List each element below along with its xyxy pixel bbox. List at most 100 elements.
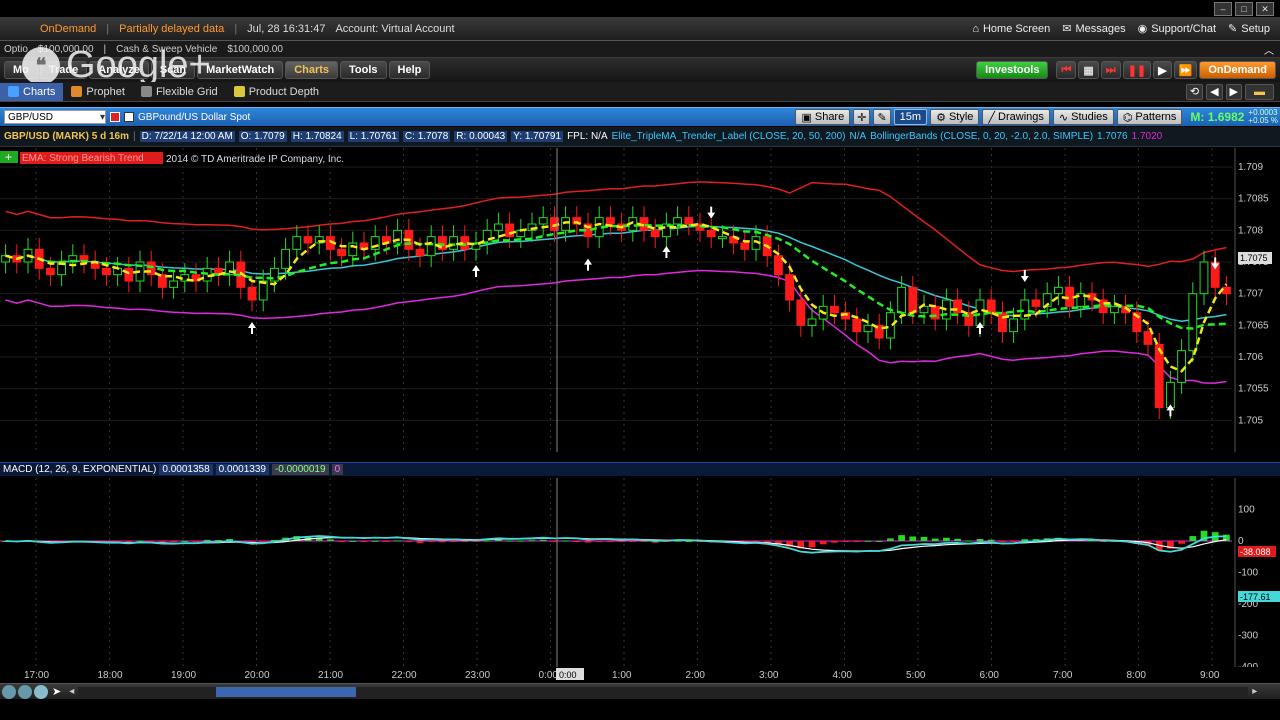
price-tick-label: 1.7055 [1238,384,1269,395]
bull-candle [1109,305,1119,314]
skip-back-icon[interactable]: ⏮ [1056,61,1077,79]
ondemand-label[interactable]: OnDemand [40,23,96,35]
zoom-out-icon[interactable] [2,684,16,699]
separator: | [234,22,238,35]
price-chart[interactable]: 1.709 1.7085 1.708 1.7075 1.707 1.7065 1.706 1.… [0,148,1280,460]
ondemand-button[interactable]: OnDemand [1199,61,1276,79]
macd-bar-negative [842,541,849,542]
time-tick-label: 18:00 [98,670,123,681]
bear-candle [684,217,694,225]
bear-candle [785,274,795,301]
home-screen-button[interactable]: ⌂ Home Screen [972,23,1050,35]
subtab-charts[interactable]: Charts [0,82,64,101]
maximize-button[interactable]: □ [1235,2,1253,16]
plus-icon[interactable]: + [5,150,12,164]
cursor-y: Y: 1.70791 [511,131,564,142]
study-bollinger-value: 1.7076 [1097,131,1128,142]
close-window-button[interactable]: ✕ [1256,2,1274,16]
magnify-icon[interactable] [34,684,48,699]
bull-candle [281,248,291,269]
subtab-charts-label: Charts [23,85,56,98]
investools-label: Investools [985,64,1040,76]
macd-chart[interactable]: 1000-100-200-300-400 -38.088 -177.61 [0,478,1280,667]
dropdown-arrow-icon[interactable]: ▾ [100,112,105,123]
scroll-left-icon[interactable]: ◂ [69,686,74,697]
drawings-button[interactable]: ╱ Drawings [982,109,1050,125]
tab-help[interactable]: Help [388,61,431,79]
macd-bar-positive [327,539,334,541]
fast-forward-icon[interactable]: ⏩ [1173,61,1198,79]
scroll-thumb[interactable] [216,686,357,697]
macd-bar-positive [562,540,569,542]
investools-button[interactable]: Investools [976,61,1049,79]
macd-value-badge-text: -38.088 [1240,547,1271,557]
interval-selector[interactable]: 15m [893,109,928,125]
messages-button[interactable]: ✉ Messages [1062,22,1125,36]
bull-candle [975,299,985,326]
price-tick-label: 1.705 [1238,415,1263,426]
support-chat-button[interactable]: ◉ Support/Chat [1138,22,1217,36]
crosshair-tool-button[interactable]: ✛ [853,109,871,125]
macd-bar-positive [215,540,222,541]
bull-candle [538,217,548,225]
symbol-input[interactable]: GBP/USD ▾ [4,110,106,124]
bear-candle [997,312,1007,333]
tab-tools[interactable]: Tools [340,61,387,79]
patterns-button[interactable]: ⌬ Patterns [1116,109,1183,125]
back-arrow-icon[interactable]: ⟲ [1185,83,1204,100]
bear-candle [953,299,963,314]
cursor-high: H: 1.70824 [290,131,344,142]
pause-icon[interactable]: ❚❚ [1122,61,1152,79]
macd-bar-negative [450,541,457,542]
scroll-right-icon[interactable]: ▸ [1252,686,1257,697]
tab-charts[interactable]: Charts [285,61,339,79]
fpl-value: FPL: N/A [567,131,608,142]
cursor-low: L: 1.70761 [347,131,399,142]
nav-left-icon[interactable]: ◀ [1206,83,1223,100]
calendar-icon[interactable]: ▦ [1078,61,1099,79]
timestamp: Jul, 28 16:31:47 [247,22,326,35]
macd-line-badge-text: -177.61 [1240,592,1271,602]
collapse-chevron-icon[interactable]: ︿ [1264,42,1274,57]
bull-candle [169,280,179,288]
account-label[interactable]: Account: Virtual Account [335,23,454,35]
checkbox-icon[interactable] [124,112,134,122]
zoom-in-icon[interactable] [18,684,32,699]
setup-button[interactable]: ✎ Setup [1228,22,1270,36]
cursor-date: D: 7/22/14 12:00 AM [139,131,235,142]
macd-bar-positive [909,536,917,541]
share-button[interactable]: ▣ Share [795,109,851,125]
study-triple-ma-value: N/A [849,131,867,142]
style-label: Style [948,111,974,123]
macd-title[interactable]: MACD (12, 26, 9, EXPONENTIAL) [3,464,156,475]
macd-tick-label: 0 [1238,536,1244,547]
google-plus-watermark: ❝ Google+ [22,44,211,87]
play-icon[interactable]: ▶ [1153,61,1172,79]
macd-bar-negative [439,541,446,543]
pointer-icon[interactable]: ➤ [52,685,61,698]
style-button[interactable]: ⚙ Style [930,109,980,125]
macd-bar-positive [539,539,547,541]
macd-bar-negative [405,541,413,542]
bottom-scroll-bar: ➤ ◂ ▸ [0,683,1280,699]
link-icon[interactable]: ▬ [1245,83,1274,100]
support-label: Support/Chat [1151,22,1217,35]
step-back-icon[interactable]: ⏭ [1100,61,1121,79]
bear-candle [303,236,313,244]
pan-tool-button[interactable]: ✎ [873,109,891,125]
macd-diff-value: -0.0000019 [271,464,329,475]
subtab-product-depth[interactable]: Product Depth [226,83,327,101]
scroll-track[interactable] [78,686,1249,697]
share-icon: ▣ [801,111,812,124]
subtab-flexible-grid[interactable]: Flexible Grid [133,83,226,101]
minimize-button[interactable]: – [1214,2,1232,16]
macd-zero-value: 0 [331,464,344,475]
studies-button[interactable]: ∿ Studies [1052,109,1114,125]
nav-right-icon[interactable]: ▶ [1225,83,1242,100]
macd-bar-negative [192,541,200,542]
study-triple-ma[interactable]: Elite_TripleMA_Trender_Label (CLOSE, 20,… [612,131,846,142]
studies-label: Studies [1071,111,1108,123]
subtab-prophet-label: Prophet [86,85,125,98]
study-bollinger[interactable]: BollingerBands (CLOSE, 0, 20, -2.0, 2.0,… [870,131,1093,142]
subtab-prophet[interactable]: Prophet [63,83,133,101]
